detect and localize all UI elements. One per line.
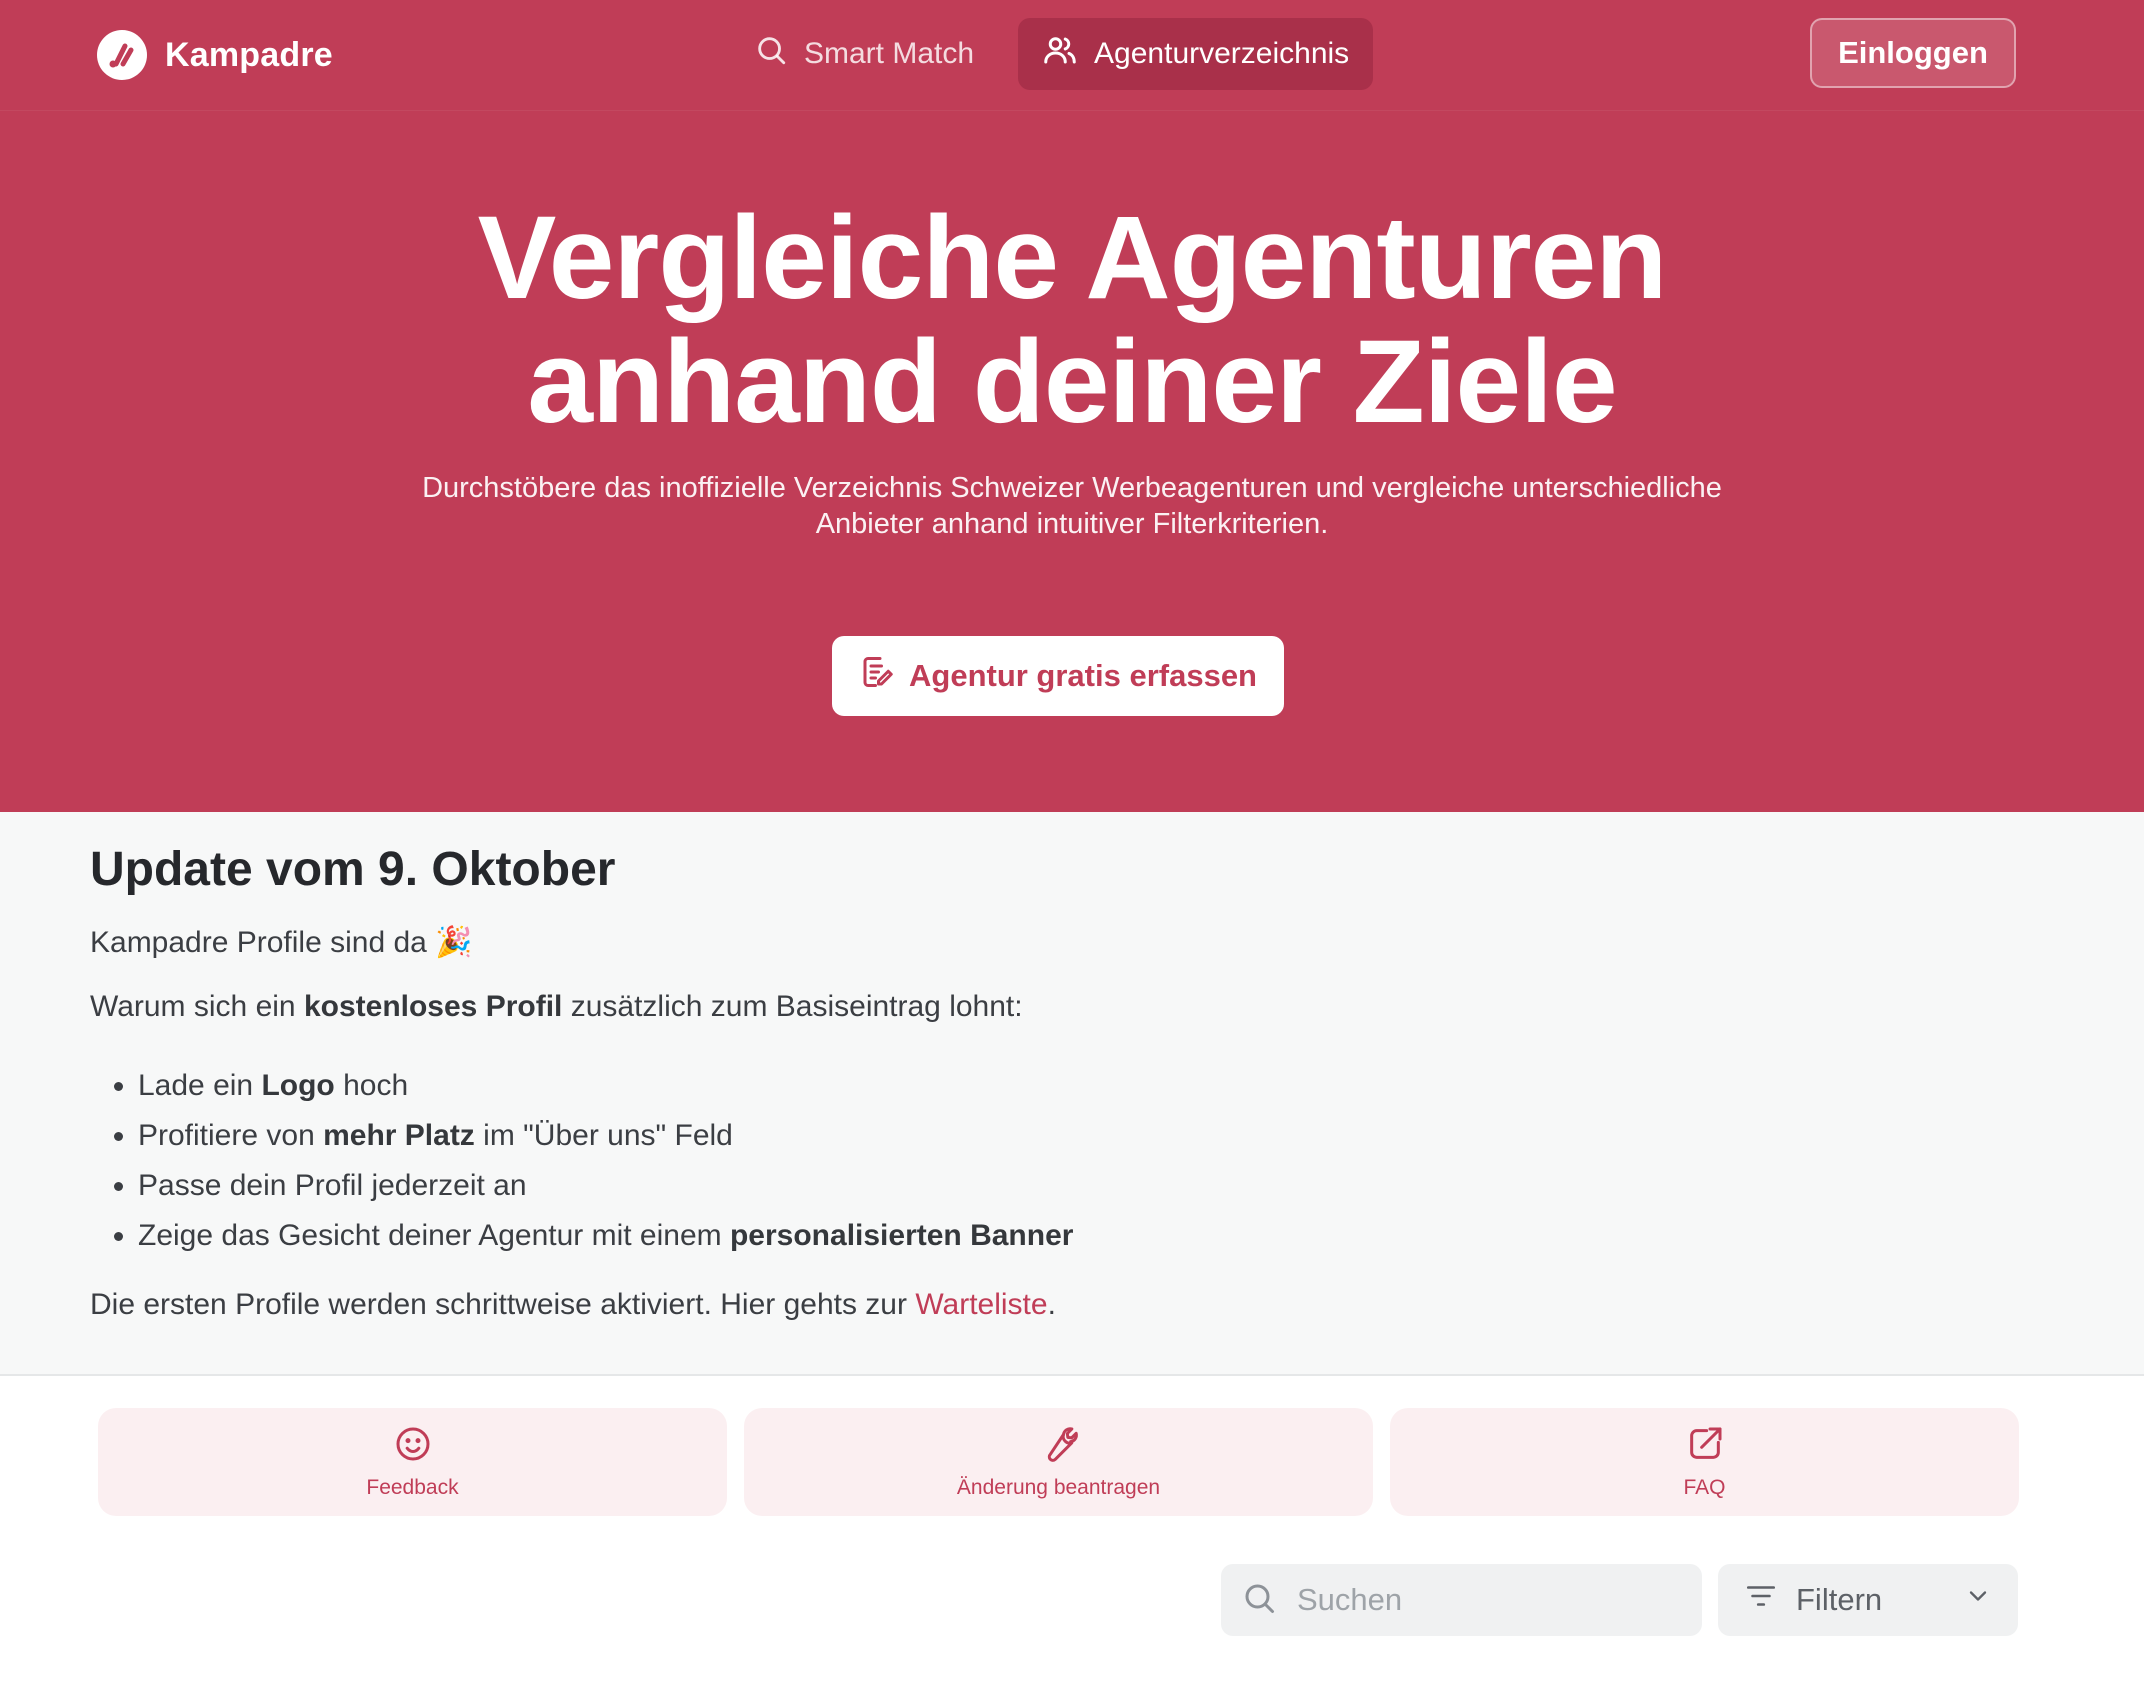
login-button[interactable]: Einloggen (1810, 18, 2016, 88)
smile-icon (393, 1424, 433, 1470)
edit-document-icon (859, 654, 895, 698)
update-why-bold: kostenloses Profil (303, 990, 563, 1023)
users-icon (1042, 32, 1078, 76)
hero-title: Vergleiche Agenturen anhand deiner Ziele (0, 196, 2144, 444)
brand-name: Kampadre (165, 35, 333, 74)
search-input[interactable] (1295, 1581, 1679, 1619)
kampadre-logo-icon (97, 30, 147, 80)
list-item-text: Lade ein (138, 1069, 262, 1102)
benefits-list: Lade ein Logo hoch Profitiere von mehr P… (90, 1061, 2054, 1261)
list-item-text: Zeige das Gesicht deiner Agentur mit ein… (138, 1219, 730, 1252)
update-why-prefix: Warum sich ein (90, 990, 304, 1023)
update-title: Update vom 9. Oktober (90, 843, 616, 896)
filter-label: Filtern (1796, 1582, 1883, 1617)
feedback-button[interactable]: Feedback (98, 1408, 727, 1516)
hero-subtitle-line-2: Anbieter anhand intuitiver Filterkriteri… (815, 508, 1329, 540)
hero-subtitle: Durchstöbere das inoffizielle Verzeichni… (300, 470, 1844, 542)
hero-title-line-1: Vergleiche Agenturen (477, 192, 1668, 324)
list-item-text: im "Über uns" Feld (474, 1119, 733, 1152)
request-change-label: Änderung beantragen (956, 1476, 1161, 1499)
main-nav: Smart Match Agenturverzeichnis (730, 18, 1374, 90)
hero-section: Kampadre Smart Match Agenturverzeichnis … (0, 0, 2144, 812)
list-item-bold: mehr Platz (323, 1119, 475, 1152)
faq-label: FAQ (1683, 1476, 1726, 1499)
list-item-text: Profitiere von (138, 1119, 324, 1152)
list-item: Profitiere von mehr Platz im "Über uns" … (138, 1111, 2054, 1161)
nav-smart-match-label: Smart Match (804, 37, 975, 70)
faq-button[interactable]: FAQ (1390, 1408, 2019, 1516)
update-why-suffix: zusätzlich zum Basiseintrag lohnt: (562, 990, 1023, 1023)
hero-title-line-2: anhand deiner Ziele (527, 316, 1617, 448)
update-why: Warum sich ein kostenloses Profil zusätz… (90, 987, 2054, 1027)
nav-agenturverzeichnis[interactable]: Agenturverzeichnis (1018, 18, 1374, 90)
list-item-bold: Logo (261, 1069, 335, 1102)
list-item: Passe dein Profil jederzeit an (138, 1161, 2054, 1211)
list-item-bold: personalisierten Banner (729, 1219, 1074, 1252)
request-change-button[interactable]: Änderung beantragen (744, 1408, 1373, 1516)
list-item-text: hoch (334, 1069, 409, 1102)
top-navigation: Kampadre Smart Match Agenturverzeichnis … (0, 0, 2144, 111)
list-item-text: Passe dein Profil jederzeit an (138, 1169, 527, 1202)
list-item: Lade ein Logo hoch (138, 1061, 2054, 1111)
filter-dropdown[interactable]: Filtern (1718, 1564, 2018, 1636)
filter-icon (1744, 1579, 1778, 1621)
nav-agenturverzeichnis-label: Agenturverzeichnis (1094, 37, 1350, 70)
nav-smart-match[interactable]: Smart Match (730, 18, 998, 90)
hero-subtitle-line-1: Durchstöbere das inoffizielle Verzeichni… (422, 472, 1722, 504)
wrench-icon (1039, 1424, 1079, 1470)
search-icon (1241, 1580, 1277, 1621)
update-closing: Die ersten Profile werden schrittweise a… (90, 1285, 2054, 1325)
chevron-down-icon (1964, 1582, 1992, 1618)
action-cards: Feedback Änderung beantragen FAQ (98, 1408, 2019, 1516)
add-agency-label: Agentur gratis erfassen (909, 658, 1257, 693)
update-closing-suffix: . (1047, 1288, 1056, 1321)
brand-logo[interactable]: Kampadre (97, 30, 333, 80)
update-intro: Kampadre Profile sind da 🎉 (90, 926, 473, 959)
external-link-icon (1685, 1424, 1725, 1470)
list-item: Zeige das Gesicht deiner Agentur mit ein… (138, 1211, 2054, 1261)
update-closing-prefix: Die ersten Profile werden schrittweise a… (90, 1288, 916, 1321)
update-section: Update vom 9. Oktober Kampadre Profile s… (0, 812, 2144, 1376)
waitlist-link[interactable]: Warteliste (915, 1288, 1047, 1321)
search-box (1221, 1564, 1702, 1636)
search-icon (754, 33, 788, 75)
add-agency-button[interactable]: Agentur gratis erfassen (832, 636, 1284, 716)
feedback-label: Feedback (366, 1476, 459, 1499)
